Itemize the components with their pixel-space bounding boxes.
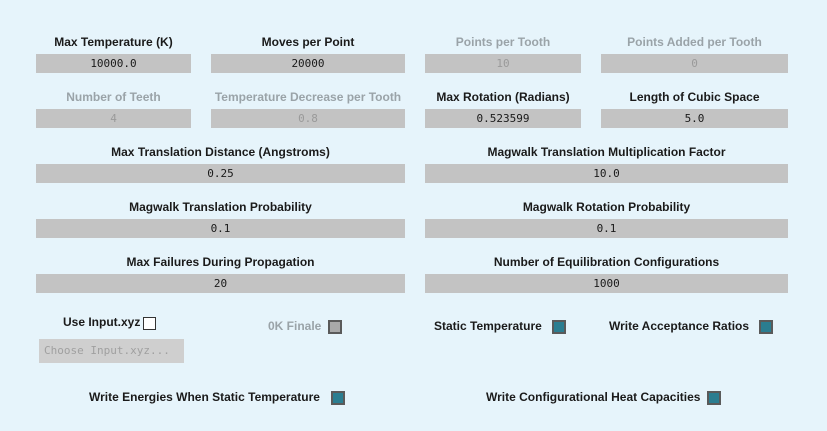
number-of-teeth-label: Number of Teeth [66,90,161,104]
magwalk-rotation-probability-label: Magwalk Rotation Probability [522,200,691,214]
static-temperature-checkbox[interactable] [552,320,566,334]
use-input-xyz-label: Use Input.xyz [63,315,141,329]
magwalk-translation-probability-field[interactable]: 0.1 [36,219,405,238]
magwalk-translation-probability-label: Magwalk Translation Probability [129,200,312,214]
points-per-tooth-label: Points per Tooth [455,35,551,49]
max-failures-label: Max Failures During Propagation [126,255,315,269]
ok-finale-checkbox [328,320,342,334]
temperature-decrease-label: Temperature Decrease per Tooth [214,90,402,104]
magwalk-rotation-probability-field[interactable]: 0.1 [425,219,788,238]
max-translation-distance-label: Max Translation Distance (Angstroms) [111,145,330,159]
magwalk-translation-factor-label: Magwalk Translation Multiplication Facto… [487,145,726,159]
choose-input-xyz-button[interactable]: Choose Input.xyz... [39,339,184,363]
points-per-tooth-field: 10 [425,54,581,73]
length-of-cubic-space-field[interactable]: 5.0 [601,109,788,128]
max-temperature-field[interactable]: 10000.0 [36,54,191,73]
points-added-per-tooth-label: Points Added per Tooth [627,35,762,49]
equilibration-configurations-field[interactable]: 1000 [425,274,788,293]
points-added-per-tooth-field: 0 [601,54,788,73]
max-temperature-label: Max Temperature (K) [54,35,173,49]
number-of-teeth-field: 4 [36,109,191,128]
write-configurational-heat-label: Write Configurational Heat Capacities [486,390,701,404]
write-energies-static-label: Write Energies When Static Temperature [89,390,320,404]
write-energies-static-checkbox[interactable] [331,391,345,405]
write-configurational-heat-checkbox[interactable] [707,391,721,405]
max-rotation-label: Max Rotation (Radians) [436,90,570,104]
write-acceptance-ratios-checkbox[interactable] [759,320,773,334]
moves-per-point-field[interactable]: 20000 [211,54,405,73]
ok-finale-label: 0K Finale [268,319,322,333]
magwalk-translation-factor-field[interactable]: 10.0 [425,164,788,183]
moves-per-point-label: Moves per Point [261,35,355,49]
equilibration-configurations-label: Number of Equilibration Configurations [493,255,720,269]
length-of-cubic-space-label: Length of Cubic Space [629,90,760,104]
write-acceptance-ratios-label: Write Acceptance Ratios [609,319,750,333]
max-failures-field[interactable]: 20 [36,274,405,293]
static-temperature-label: Static Temperature [434,319,542,333]
max-translation-distance-field[interactable]: 0.25 [36,164,405,183]
temperature-decrease-field: 0.8 [211,109,405,128]
max-rotation-field[interactable]: 0.523599 [425,109,581,128]
use-input-xyz-checkbox[interactable] [143,317,156,330]
